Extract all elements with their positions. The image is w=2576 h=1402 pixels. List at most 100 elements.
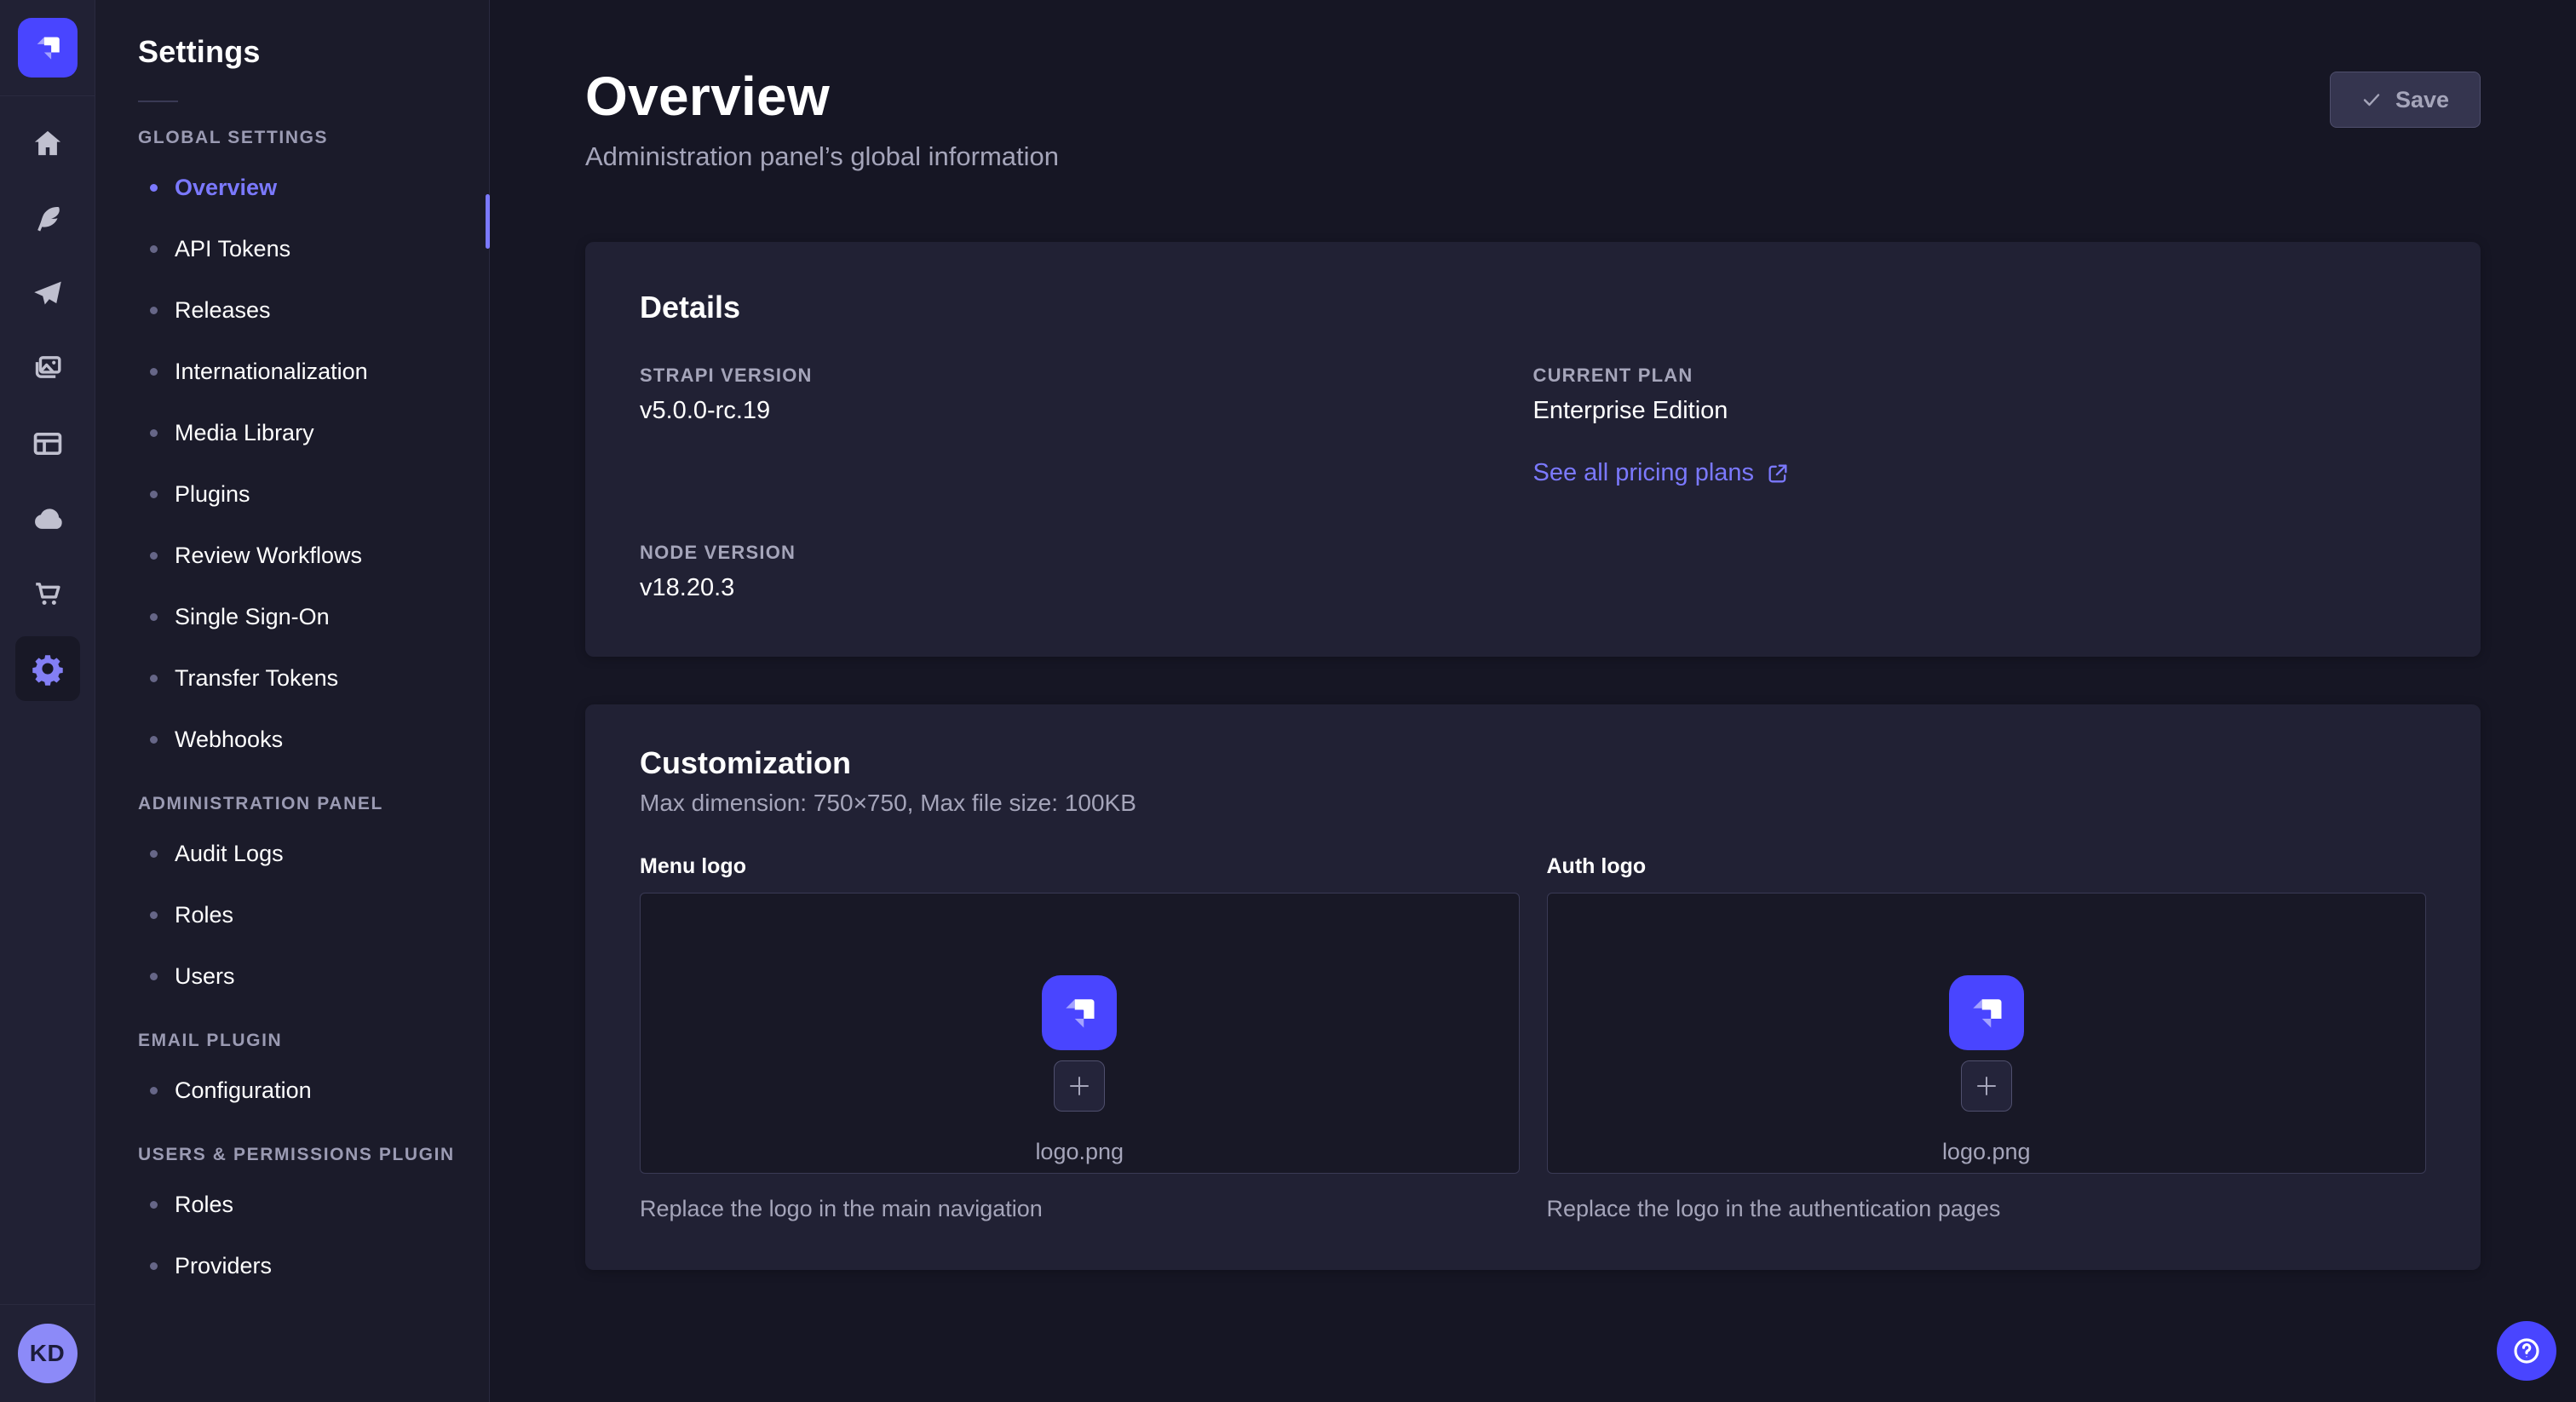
external-link-icon xyxy=(1766,462,1790,486)
field-label: STRAPI VERSION xyxy=(640,365,1533,387)
sidebar-item-label: Internationalization xyxy=(175,359,368,385)
details-card-title: Details xyxy=(640,290,2426,325)
sidebar-item-transfer-tokens[interactable]: Transfer Tokens xyxy=(95,647,489,709)
details-card: Details STRAPI VERSION v5.0.0-rc.19 CURR… xyxy=(585,242,2481,657)
auth-logo-field: Auth logo logo.png Replace the logo xyxy=(1547,854,2427,1222)
bullet-icon xyxy=(150,491,158,498)
logo-filename: logo.png xyxy=(1942,1139,2031,1165)
sidebar-item-review-workflows[interactable]: Review Workflows xyxy=(95,525,489,586)
plus-icon xyxy=(1974,1073,1999,1099)
sidebar-item-api-tokens[interactable]: API Tokens xyxy=(95,218,489,279)
settings-subnav: Settings GLOBAL SETTINGS Overview API To… xyxy=(95,0,490,1402)
bullet-icon xyxy=(150,1262,158,1270)
page-title: Overview xyxy=(585,65,1059,128)
sidebar-item-overview[interactable]: Overview xyxy=(95,157,489,218)
user-avatar[interactable]: KD xyxy=(18,1324,78,1383)
sidebar-item-label: Single Sign-On xyxy=(175,604,330,630)
add-logo-button[interactable] xyxy=(1961,1060,2012,1112)
bullet-icon xyxy=(150,736,158,744)
rail-bottom: KD xyxy=(0,1304,95,1402)
subnav-scrollbar-thumb[interactable] xyxy=(486,194,490,249)
sidebar-item-email-configuration[interactable]: Configuration xyxy=(95,1060,489,1121)
auth-logo-preview xyxy=(1949,975,2024,1050)
strapi-logo-icon xyxy=(1963,989,2010,1037)
releases-paper-plane-icon[interactable] xyxy=(24,270,72,318)
main-content: Overview Administration panel’s global i… xyxy=(490,0,2576,1402)
sidebar-item-webhooks[interactable]: Webhooks xyxy=(95,709,489,770)
logo-uploads: Menu logo logo.png Replace the logo xyxy=(640,854,2426,1222)
menu-logo-field: Menu logo logo.png Replace the logo xyxy=(640,854,1520,1222)
field-label: CURRENT PLAN xyxy=(1533,365,2427,387)
sidebar-item-admin-users[interactable]: Users xyxy=(95,945,489,1007)
sidebar-item-plugins[interactable]: Plugins xyxy=(95,463,489,525)
subnav-sections: GLOBAL SETTINGS Overview API Tokens Rele… xyxy=(95,128,489,1296)
sidebar-item-single-sign-on[interactable]: Single Sign-On xyxy=(95,586,489,647)
sidebar-item-label: Review Workflows xyxy=(175,543,362,569)
section-label-email-plugin: EMAIL PLUGIN xyxy=(138,1031,489,1051)
menu-logo-dropzone[interactable]: logo.png xyxy=(640,893,1520,1174)
field-node-version: NODE VERSION v18.20.3 xyxy=(640,542,1533,602)
save-button-label: Save xyxy=(2395,87,2449,113)
subnav-title: Settings xyxy=(138,34,489,70)
pricing-plans-link[interactable]: See all pricing plans xyxy=(1533,459,1791,487)
media-library-pictures-icon[interactable] xyxy=(24,345,72,393)
field-strapi-version: STRAPI VERSION v5.0.0-rc.19 xyxy=(640,365,1533,487)
divider xyxy=(0,1304,95,1305)
bullet-icon xyxy=(150,1201,158,1209)
check-icon xyxy=(2361,89,2382,110)
sidebar-item-releases[interactable]: Releases xyxy=(95,279,489,341)
strapi-logo-icon xyxy=(29,29,66,66)
field-value: v5.0.0-rc.19 xyxy=(640,397,1533,425)
customization-card-title: Customization xyxy=(640,745,2426,781)
sidebar-item-label: Audit Logs xyxy=(175,841,284,867)
sidebar-item-label: Roles xyxy=(175,902,233,928)
upload-label: Auth logo xyxy=(1547,854,2427,879)
home-icon[interactable] xyxy=(24,120,72,168)
upload-label: Menu logo xyxy=(640,854,1520,879)
field-current-plan: CURRENT PLAN Enterprise Edition See all … xyxy=(1533,365,2427,487)
sidebar-item-label: Users xyxy=(175,963,235,990)
menu-logo-preview xyxy=(1042,975,1117,1050)
bullet-icon xyxy=(150,307,158,314)
sidebar-item-label: Media Library xyxy=(175,420,314,446)
page-subtitle: Administration panel’s global informatio… xyxy=(585,141,1059,172)
logo-filename: logo.png xyxy=(1035,1139,1124,1165)
bullet-icon xyxy=(150,245,158,253)
page-header: Overview Administration panel’s global i… xyxy=(585,65,2481,172)
customization-constraints: Max dimension: 750×750, Max file size: 1… xyxy=(640,790,2426,817)
workspace-strapi-logo[interactable] xyxy=(18,18,78,78)
bullet-icon xyxy=(150,613,158,621)
add-logo-button[interactable] xyxy=(1054,1060,1105,1112)
marketplace-cart-icon[interactable] xyxy=(24,570,72,618)
settings-gear-icon[interactable] xyxy=(15,636,80,701)
sidebar-item-internationalization[interactable]: Internationalization xyxy=(95,341,489,402)
bullet-icon xyxy=(150,911,158,919)
sidebar-item-up-providers[interactable]: Providers xyxy=(95,1235,489,1296)
sidebar-item-admin-roles[interactable]: Roles xyxy=(95,884,489,945)
sidebar-item-label: Plugins xyxy=(175,481,250,508)
sidebar-item-label: Configuration xyxy=(175,1077,312,1104)
sidebar-item-label: Webhooks xyxy=(175,727,283,753)
sidebar-item-label: Providers xyxy=(175,1253,272,1279)
auth-logo-dropzone[interactable]: logo.png xyxy=(1547,893,2427,1174)
upload-hint: Replace the logo in the main navigation xyxy=(640,1196,1520,1222)
divider xyxy=(0,95,95,96)
bullet-icon xyxy=(150,552,158,560)
help-button[interactable] xyxy=(2497,1321,2556,1381)
content-manager-layout-icon[interactable] xyxy=(24,420,72,468)
question-mark-icon xyxy=(2510,1335,2543,1367)
section-label-users-permissions-plugin: USERS & PERMISSIONS PLUGIN xyxy=(138,1145,489,1165)
content-feather-icon[interactable] xyxy=(24,195,72,243)
sidebar-item-media-library[interactable]: Media Library xyxy=(95,402,489,463)
sidebar-item-label: Roles xyxy=(175,1192,233,1218)
details-fields: STRAPI VERSION v5.0.0-rc.19 CURRENT PLAN… xyxy=(640,365,2426,602)
deploy-cloud-icon[interactable] xyxy=(24,495,72,543)
save-button[interactable]: Save xyxy=(2330,72,2481,128)
bullet-icon xyxy=(150,429,158,437)
sidebar-item-audit-logs[interactable]: Audit Logs xyxy=(95,823,489,884)
divider xyxy=(138,101,178,102)
sidebar-item-label: API Tokens xyxy=(175,236,290,262)
pricing-plans-link-label: See all pricing plans xyxy=(1533,459,1755,487)
rail-icon-list xyxy=(15,120,80,692)
sidebar-item-up-roles[interactable]: Roles xyxy=(95,1174,489,1235)
